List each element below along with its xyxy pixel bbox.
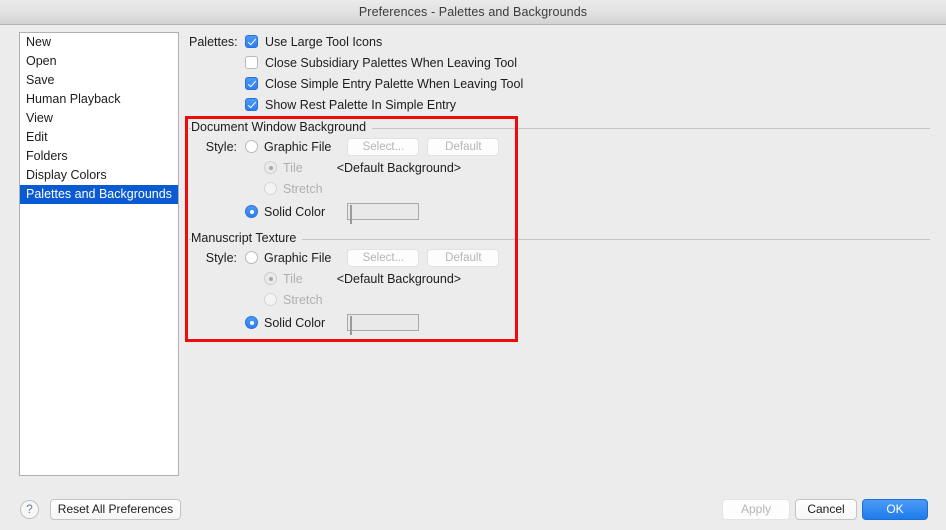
mt-select-button[interactable]: Select...: [347, 248, 420, 267]
dwb-solid-color-row: Solid Color: [189, 201, 529, 224]
dwb-radio-graphic-file[interactable]: [245, 140, 258, 153]
dwb-radio-tile[interactable]: [264, 161, 277, 174]
dwb-radio-solid-color[interactable]: [245, 205, 258, 218]
sidebar-item-folders[interactable]: Folders: [20, 147, 178, 166]
mt-stretch-row: Stretch: [189, 289, 529, 310]
apply-button[interactable]: Apply: [722, 499, 790, 520]
checkbox-close-subsidiary-palettes[interactable]: [245, 56, 258, 69]
label-close-simple-entry-palette: Close Simple Entry Palette When Leaving …: [265, 76, 524, 91]
palettes-options-group: Palettes: Use Large Tool Icons Close Sub…: [189, 32, 609, 116]
sidebar-item-display-colors[interactable]: Display Colors: [20, 166, 178, 185]
group-body-manuscript-texture: Style: Graphic File Select... Default Ti…: [189, 247, 529, 335]
reset-all-preferences-button[interactable]: Reset All Preferences: [50, 499, 181, 520]
mt-graphic-file-row: Style: Graphic File Select... Default: [189, 247, 529, 268]
mt-solid-color-row: Solid Color: [189, 312, 529, 335]
sidebar-item-view[interactable]: View: [20, 109, 178, 128]
palettes-option-row-0: Palettes: Use Large Tool Icons: [189, 32, 609, 51]
label-use-large-tool-icons: Use Large Tool Icons: [265, 34, 383, 49]
mt-color-swatch-fill: [350, 316, 353, 335]
dwb-style-label: Style:: [205, 139, 237, 154]
checkbox-show-rest-palette[interactable]: [245, 98, 258, 111]
mt-default-button[interactable]: Default: [427, 248, 500, 267]
dwb-label-solid-color: Solid Color: [264, 204, 326, 219]
window-titlebar: Preferences - Palettes and Backgrounds: [0, 0, 946, 25]
mt-background-name: <Default Background>: [336, 271, 462, 286]
palettes-label: Palettes:: [189, 34, 238, 49]
dwb-background-name: <Default Background>: [336, 160, 462, 175]
mt-label-graphic-file: Graphic File: [264, 250, 332, 265]
group-title-document-window-background: Document Window Background: [191, 120, 373, 134]
mt-radio-solid-color[interactable]: [245, 316, 258, 329]
palettes-option-row-1: Close Subsidiary Palettes When Leaving T…: [189, 53, 609, 72]
sidebar-item-human-playback[interactable]: Human Playback: [20, 90, 178, 109]
mt-label-solid-color: Solid Color: [264, 315, 326, 330]
dwb-graphic-file-row: Style: Graphic File Select... Default: [189, 136, 529, 157]
sidebar-item-palettes-and-backgrounds[interactable]: Palettes and Backgrounds: [20, 185, 178, 204]
sidebar-item-save[interactable]: Save: [20, 71, 178, 90]
label-show-rest-palette: Show Rest Palette In Simple Entry: [265, 97, 457, 112]
dwb-tile-row: Tile <Default Background>: [189, 157, 529, 178]
dwb-color-swatch[interactable]: [347, 203, 420, 224]
mt-tile-row: Tile <Default Background>: [189, 268, 529, 289]
help-button[interactable]: ?: [20, 500, 39, 519]
mt-style-label: Style:: [205, 250, 237, 265]
window-title: Preferences - Palettes and Backgrounds: [358, 5, 588, 19]
palettes-option-row-2: Close Simple Entry Palette When Leaving …: [189, 74, 609, 93]
checkbox-close-simple-entry-palette[interactable]: [245, 77, 258, 90]
group-title-manuscript-texture: Manuscript Texture: [191, 231, 303, 245]
dwb-stretch-row: Stretch: [189, 178, 529, 199]
mt-label-stretch: Stretch: [283, 292, 323, 307]
group-body-document-window-background: Style: Graphic File Select... Default Ti…: [189, 136, 529, 224]
palettes-option-row-3: Show Rest Palette In Simple Entry: [189, 95, 609, 114]
mt-radio-tile[interactable]: [264, 272, 277, 285]
sidebar-item-open[interactable]: Open: [20, 52, 178, 71]
sidebar-item-edit[interactable]: Edit: [20, 128, 178, 147]
ok-button[interactable]: OK: [862, 499, 928, 520]
dwb-label-graphic-file: Graphic File: [264, 139, 332, 154]
dwb-label-tile: Tile: [283, 160, 303, 175]
cancel-button[interactable]: Cancel: [795, 499, 857, 520]
dwb-select-button[interactable]: Select...: [347, 137, 420, 156]
checkbox-use-large-tool-icons[interactable]: [245, 35, 258, 48]
mt-label-tile: Tile: [283, 271, 303, 286]
sidebar-item-new[interactable]: New: [20, 33, 178, 52]
dwb-default-button[interactable]: Default: [427, 137, 500, 156]
mt-radio-stretch[interactable]: [264, 293, 277, 306]
settings-pane: Palettes: Use Large Tool Icons Close Sub…: [189, 30, 934, 480]
category-list[interactable]: New Open Save Human Playback View Edit F…: [19, 32, 179, 476]
preferences-window: Preferences - Palettes and Backgrounds N…: [0, 0, 946, 530]
label-close-subsidiary-palettes: Close Subsidiary Palettes When Leaving T…: [265, 55, 517, 70]
dwb-radio-stretch[interactable]: [264, 182, 277, 195]
dwb-color-swatch-fill: [350, 205, 353, 224]
dwb-label-stretch: Stretch: [283, 181, 323, 196]
mt-radio-graphic-file[interactable]: [245, 251, 258, 264]
mt-color-swatch[interactable]: [347, 314, 420, 335]
